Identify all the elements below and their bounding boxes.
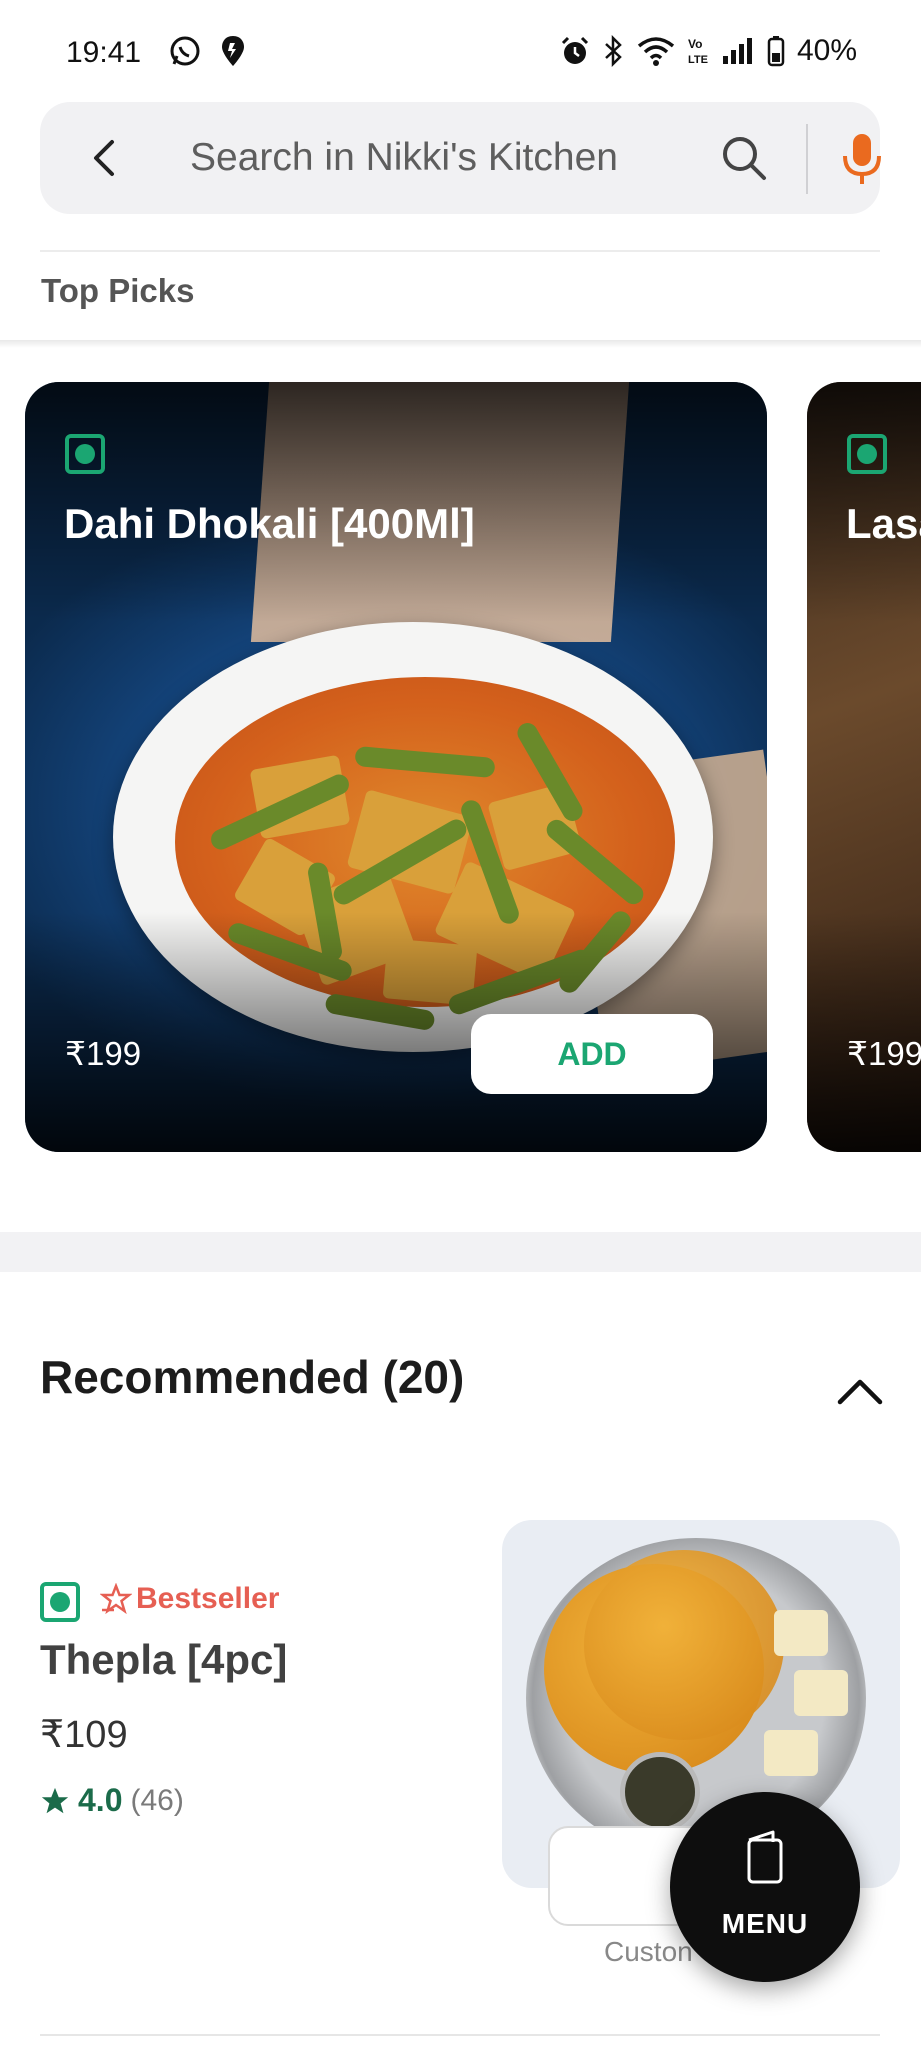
top-pick-card[interactable]: Dahi Dhokali [400Ml] ₹199 ADD	[25, 382, 767, 1152]
recommended-heading[interactable]: Recommended (20)	[40, 1350, 464, 1404]
item-price: ₹109	[40, 1714, 128, 1756]
star-icon	[41, 1787, 69, 1813]
menu-label: MENU	[721, 1908, 809, 1939]
divider	[40, 250, 880, 252]
battery-icon	[767, 36, 785, 67]
card-price: ₹199	[65, 1035, 142, 1072]
veg-icon	[847, 434, 887, 474]
search-input[interactable]: Search in Nikki's Kitchen	[190, 102, 618, 214]
search-bar[interactable]: Search in Nikki's Kitchen	[40, 102, 881, 214]
bestseller-label: Bestseller	[136, 1582, 280, 1615]
alarm-icon	[561, 36, 589, 64]
status-right-icons: Vo LTE 40%	[559, 34, 857, 68]
star-outline-icon	[100, 1583, 132, 1615]
customisable-label: Custon	[604, 1936, 693, 1967]
volte-icon: Vo LTE	[688, 37, 708, 66]
svg-text:LTE: LTE	[688, 54, 708, 66]
svg-text:Vo: Vo	[688, 37, 702, 51]
section-shadow	[0, 340, 921, 348]
item-rating: 4.0 (46)	[40, 1782, 184, 1819]
card-price: ₹199	[847, 1035, 921, 1072]
veg-icon	[40, 1582, 80, 1622]
card-bottom-gradient	[807, 912, 921, 1152]
status-left-icons	[168, 34, 246, 68]
bestseller-badge: Bestseller	[100, 1582, 279, 1616]
wifi-icon	[637, 37, 675, 66]
status-bar: 19:41 Vo LTE 40%	[0, 0, 921, 100]
battery-percent: 40%	[796, 34, 857, 67]
search-divider	[806, 124, 808, 194]
add-button[interactable]: ADD	[471, 1014, 713, 1094]
chevron-up-icon[interactable]	[836, 1376, 884, 1406]
section-separator	[0, 1232, 921, 1272]
back-arrow-icon[interactable]	[86, 138, 126, 178]
rating-count: (46)	[130, 1783, 184, 1817]
card-title: Lasa	[846, 500, 921, 547]
menu-book-icon	[747, 1830, 783, 1884]
whatsapp-icon	[170, 36, 200, 66]
microphone-icon[interactable]	[838, 132, 886, 186]
bluetooth-icon	[605, 35, 622, 67]
rating-value: 4.0	[78, 1782, 123, 1818]
screen: 19:41 Vo LTE 40% Search in Nikki's Kitch…	[0, 0, 921, 2048]
top-pick-card[interactable]: Lasa ₹199	[807, 382, 921, 1152]
veg-icon	[65, 434, 105, 474]
item-name[interactable]: Thepla [4pc]	[40, 1636, 287, 1684]
status-time: 19:41	[66, 36, 142, 69]
signal-icon	[722, 38, 752, 64]
search-icon[interactable]	[720, 134, 768, 182]
menu-button[interactable]: MENU	[670, 1792, 860, 1982]
top-picks-heading: Top Picks	[41, 272, 195, 309]
card-title: Dahi Dhokali [400Ml]	[64, 500, 475, 547]
item-divider	[40, 2034, 880, 2036]
location-icon	[222, 36, 244, 66]
